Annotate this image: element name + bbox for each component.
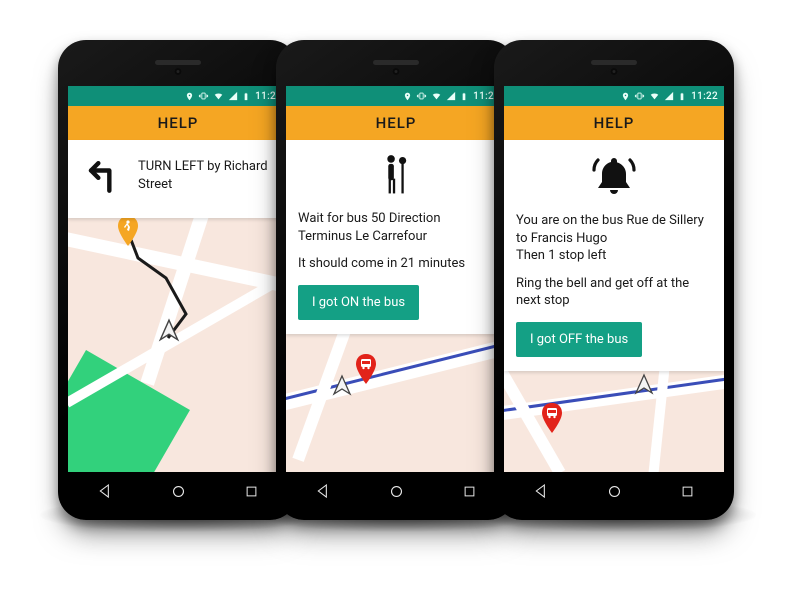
phone-turn-left: 11:22 HELP TURN LEFT by Richard Street xyxy=(58,40,298,520)
turn-left-icon xyxy=(80,154,124,204)
appbar-title: HELP xyxy=(158,114,199,132)
nav-recents-icon[interactable] xyxy=(462,484,477,499)
got-off-bus-button[interactable]: I got OFF the bus xyxy=(516,322,642,358)
nav-recents-icon[interactable] xyxy=(244,484,259,499)
vibrate-icon xyxy=(416,91,427,101)
instruction-text: TURN LEFT by Richard Street xyxy=(138,154,276,193)
nav-home-icon[interactable] xyxy=(170,483,187,500)
instruction-text-2: Then 1 stop left xyxy=(516,247,712,265)
phone-wait-bus: 11:22 HELP xyxy=(276,40,516,520)
location-icon xyxy=(185,91,194,102)
signal-icon xyxy=(664,91,674,101)
android-status-bar: 11:22 xyxy=(68,86,288,106)
android-nav-bar xyxy=(286,472,506,510)
instruction-text: You are on the bus Rue de Sillery to Fra… xyxy=(516,212,712,247)
appbar-title: HELP xyxy=(594,114,635,132)
instruction-card: TURN LEFT by Richard Street xyxy=(68,140,288,218)
vibrate-icon xyxy=(198,91,209,101)
map[interactable] xyxy=(68,218,288,472)
got-on-bus-button[interactable]: I got ON the bus xyxy=(298,285,419,321)
nav-back-icon[interactable] xyxy=(97,483,113,499)
instruction-card: Wait for bus 50 Direction Terminus Le Ca… xyxy=(286,140,506,334)
signal-icon xyxy=(228,91,238,101)
instruction-card: You are on the bus Rue de Sillery to Fra… xyxy=(504,140,724,371)
map[interactable] xyxy=(286,334,506,472)
help-appbar[interactable]: HELP xyxy=(68,106,288,140)
status-clock: 11:22 xyxy=(690,91,718,102)
location-cursor-icon xyxy=(632,373,656,401)
location-icon xyxy=(403,91,412,102)
instruction-text-3: Ring the bell and get off at the next st… xyxy=(516,275,712,310)
screen: 11:22 HELP TURN LEFT by Richard Street xyxy=(68,86,288,472)
help-appbar[interactable]: HELP xyxy=(504,106,724,140)
vibrate-icon xyxy=(634,91,645,101)
wifi-icon xyxy=(213,91,224,101)
location-cursor-icon xyxy=(156,318,182,348)
walk-start-icon xyxy=(116,218,140,250)
nav-home-icon[interactable] xyxy=(388,483,405,500)
nav-back-icon[interactable] xyxy=(315,483,331,499)
android-status-bar: 11:22 xyxy=(286,86,506,106)
map[interactable] xyxy=(504,371,724,472)
android-status-bar: 11:22 xyxy=(504,86,724,106)
help-appbar[interactable]: HELP xyxy=(286,106,506,140)
wifi-icon xyxy=(649,91,660,101)
wifi-icon xyxy=(431,91,442,101)
bus-stop-icon xyxy=(540,403,564,437)
battery-icon xyxy=(460,91,468,102)
bus-stop-icon xyxy=(354,354,378,388)
android-nav-bar xyxy=(68,472,288,510)
phone-on-bus: 11:22 HELP You are on the bus Rue de Sil… xyxy=(494,40,734,520)
instruction-text-2: It should come in 21 minutes xyxy=(298,255,494,273)
nav-back-icon[interactable] xyxy=(533,483,549,499)
appbar-title: HELP xyxy=(376,114,417,132)
location-cursor-icon xyxy=(330,374,354,402)
battery-icon xyxy=(678,91,686,102)
person-stop-icon xyxy=(376,154,416,200)
nav-recents-icon[interactable] xyxy=(680,484,695,499)
bell-icon xyxy=(590,154,638,202)
android-nav-bar xyxy=(504,472,724,510)
screen: 11:22 HELP xyxy=(286,86,506,472)
screen: 11:22 HELP You are on the bus Rue de Sil… xyxy=(504,86,724,472)
instruction-text: Wait for bus 50 Direction Terminus Le Ca… xyxy=(298,210,494,245)
location-icon xyxy=(621,91,630,102)
nav-home-icon[interactable] xyxy=(606,483,623,500)
signal-icon xyxy=(446,91,456,101)
battery-icon xyxy=(242,91,250,102)
